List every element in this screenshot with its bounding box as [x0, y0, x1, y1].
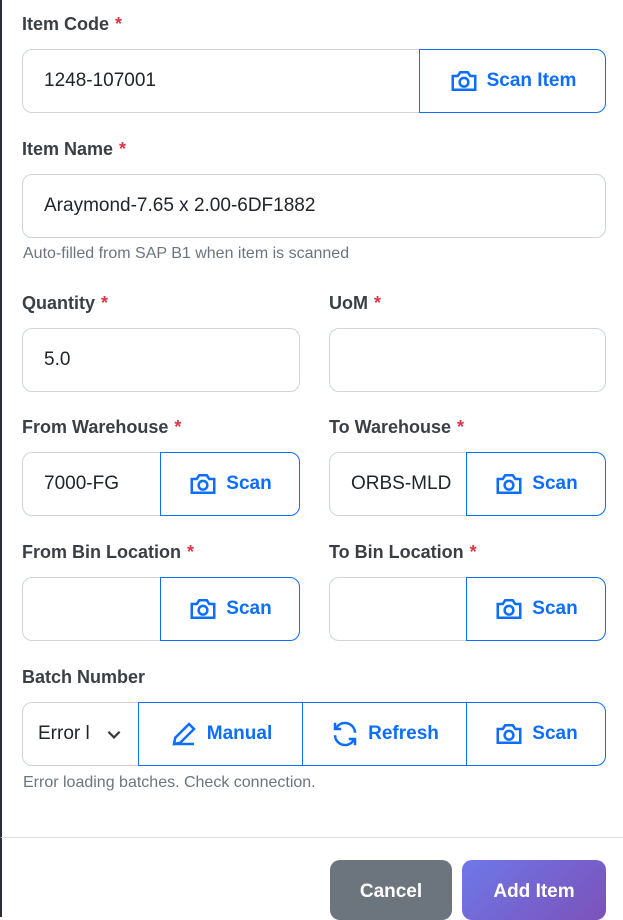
from-warehouse-input[interactable]: 7000-FG	[22, 452, 161, 516]
scan-label: Scan	[532, 723, 578, 744]
from-bin-label: From Bin Location *	[22, 542, 194, 563]
to-bin-input[interactable]	[329, 577, 467, 641]
required-marker: *	[174, 417, 182, 437]
required-marker: *	[187, 542, 195, 562]
to-warehouse-input[interactable]: ORBS-MLD	[329, 452, 467, 516]
scan-label: Scan	[532, 598, 578, 619]
scan-label: Scan	[226, 598, 272, 619]
quantity-label: Quantity *	[22, 293, 108, 314]
scan-to-warehouse-button[interactable]: Scan	[466, 452, 606, 516]
from-warehouse-label: From Warehouse *	[22, 417, 181, 438]
to-warehouse-label-text: To Warehouse	[329, 417, 452, 437]
required-marker: *	[101, 293, 109, 313]
manual-label: Manual	[206, 723, 273, 744]
scan-label: Scan	[532, 473, 578, 494]
from-warehouse-value: 7000-FG	[44, 473, 119, 494]
camera-icon	[496, 474, 522, 494]
uom-label: UoM *	[329, 293, 381, 314]
batch-selected-value: Error l	[38, 723, 90, 744]
from-bin-label-text: From Bin Location	[22, 542, 181, 562]
quantity-input[interactable]: 5.0	[22, 328, 300, 392]
to-bin-label: To Bin Location *	[329, 542, 477, 563]
item-code-label: Item Code *	[22, 14, 122, 35]
refresh-batches-button[interactable]: Refresh	[302, 702, 467, 766]
item-code-label-text: Item Code	[22, 14, 110, 34]
scan-from-bin-button[interactable]: Scan	[160, 577, 300, 641]
scan-item-label: Scan Item	[486, 70, 577, 91]
item-name-help-text: Auto-filled from SAP B1 when item is sca…	[23, 245, 350, 262]
pencil-icon	[172, 722, 196, 746]
batch-number-label: Batch Number	[22, 667, 146, 687]
required-marker: *	[457, 417, 465, 437]
add-item-button[interactable]: Add Item	[462, 860, 606, 920]
uom-input[interactable]	[329, 328, 606, 392]
camera-icon	[190, 474, 216, 494]
camera-icon	[451, 71, 477, 91]
quantity-label-text: Quantity	[22, 293, 96, 313]
batch-error-text: Error loading batches. Check connection.	[23, 774, 316, 791]
from-warehouse-label-text: From Warehouse	[22, 417, 169, 437]
required-marker: *	[119, 139, 127, 159]
scan-batch-button[interactable]: Scan	[466, 702, 606, 766]
item-name-input[interactable]: Araymond-7.65 x 2.00-6DF1882	[22, 174, 606, 238]
uom-label-text: UoM	[329, 293, 368, 313]
item-name-label-text: Item Name	[22, 139, 114, 159]
from-bin-input[interactable]	[22, 577, 161, 641]
refresh-label: Refresh	[368, 723, 439, 744]
quantity-value: 5.0	[44, 349, 71, 370]
item-name-label: Item Name *	[22, 139, 126, 160]
to-warehouse-label: To Warehouse *	[329, 417, 464, 438]
required-marker: *	[374, 293, 382, 313]
item-code-input[interactable]: 1248-107001	[22, 49, 420, 113]
modal-footer: Cancel Add Item	[0, 837, 623, 920]
camera-icon	[496, 724, 522, 744]
cancel-button[interactable]: Cancel	[330, 860, 452, 920]
required-marker: *	[469, 542, 477, 562]
to-bin-label-text: To Bin Location	[329, 542, 464, 562]
camera-icon	[496, 599, 522, 619]
modal-body: Item Code * 1248-107001 Scan Item Item Na…	[0, 0, 623, 837]
camera-icon	[190, 599, 216, 619]
scan-from-warehouse-button[interactable]: Scan	[160, 452, 300, 516]
refresh-icon	[333, 721, 357, 747]
chevron-down-icon	[107, 730, 121, 739]
batch-select[interactable]: Error l	[22, 702, 139, 766]
manual-batch-button[interactable]: Manual	[138, 702, 303, 766]
scan-label: Scan	[226, 473, 272, 494]
to-warehouse-value: ORBS-MLD	[351, 473, 452, 494]
scan-to-bin-button[interactable]: Scan	[466, 577, 606, 641]
item-code-value: 1248-107001	[44, 70, 156, 91]
item-name-value: Araymond-7.65 x 2.00-6DF1882	[44, 195, 316, 216]
required-marker: *	[115, 14, 123, 34]
scan-item-button[interactable]: Scan Item	[419, 49, 606, 113]
